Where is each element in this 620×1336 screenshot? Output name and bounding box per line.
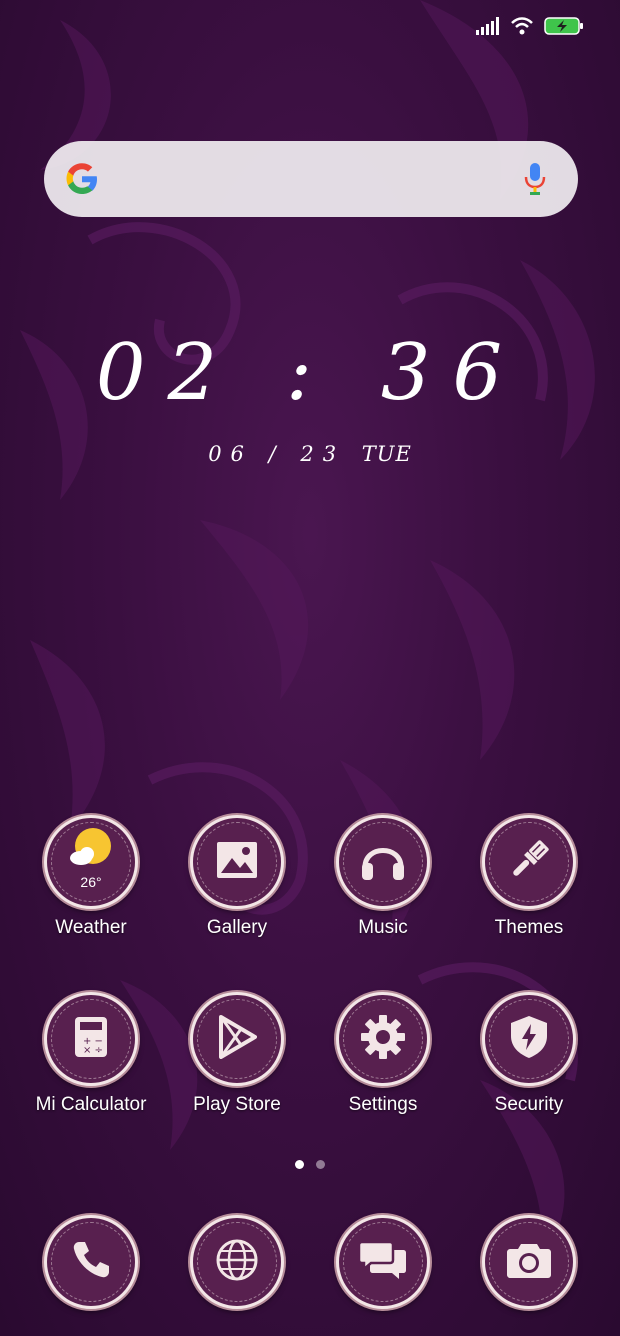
date-text: 06 / 23: [208, 442, 346, 466]
headphones-icon: [361, 839, 405, 886]
gallery-app-icon[interactable]: [190, 815, 284, 909]
page-indicator: [295, 1160, 325, 1169]
calculator-icon: + − × ÷: [75, 1016, 107, 1062]
svg-text:× ÷: × ÷: [83, 1045, 103, 1056]
phone-app-icon[interactable]: [44, 1215, 138, 1309]
app-mi-calculator[interactable]: + − × ÷ Mi Calculator: [18, 992, 164, 1116]
paintbrush-icon: [507, 838, 551, 887]
gallery-label: Gallery: [206, 917, 268, 938]
day-text: TUE: [361, 442, 412, 466]
music-app-icon[interactable]: [336, 815, 430, 909]
calculator-app-icon[interactable]: + − × ÷: [44, 992, 138, 1086]
google-logo-icon: [64, 161, 100, 202]
clock-date: 06 / 23 TUE: [0, 442, 620, 466]
security-label: Security: [494, 1094, 564, 1115]
image-icon: [217, 841, 257, 883]
signal-icon: [476, 17, 500, 40]
play-store-app-icon[interactable]: [190, 992, 284, 1086]
app-music[interactable]: Music: [310, 815, 456, 939]
clock-time[interactable]: 02 : 36: [0, 328, 620, 418]
weather-app-icon[interactable]: 26°: [44, 815, 138, 909]
page-dot[interactable]: [316, 1160, 325, 1169]
app-weather[interactable]: 26° Weather: [18, 815, 164, 939]
settings-label: Settings: [348, 1094, 418, 1115]
security-app-icon[interactable]: [482, 992, 576, 1086]
play-triangle-icon: [217, 1014, 257, 1064]
svg-text:+ −: + −: [83, 1036, 103, 1047]
play-store-label: Play Store: [193, 1094, 281, 1115]
shield-bolt-icon: [511, 1015, 547, 1063]
app-gallery[interactable]: Gallery: [164, 815, 310, 939]
globe-icon: [215, 1238, 259, 1287]
weather-temp: 26°: [80, 874, 102, 890]
music-label: Music: [358, 917, 408, 938]
camera-app-icon[interactable]: [482, 1215, 576, 1309]
browser-app-icon[interactable]: [190, 1215, 284, 1309]
settings-app-icon[interactable]: [336, 992, 430, 1086]
messages-icon: [357, 1240, 407, 1285]
app-settings[interactable]: Settings: [310, 992, 456, 1116]
dock-phone[interactable]: [18, 1215, 164, 1309]
wifi-icon: [510, 17, 534, 40]
dock-browser[interactable]: [164, 1215, 310, 1309]
sun-cloud-icon: [69, 828, 115, 873]
dock-messages[interactable]: [310, 1215, 456, 1309]
themes-app-icon[interactable]: [482, 815, 576, 909]
app-security[interactable]: Security: [456, 992, 602, 1116]
weather-label: Weather: [55, 917, 127, 938]
messages-app-icon[interactable]: [336, 1215, 430, 1309]
calculator-label: Mi Calculator: [35, 1094, 147, 1115]
app-play-store[interactable]: Play Store: [164, 992, 310, 1116]
themes-label: Themes: [494, 917, 564, 938]
phone-icon: [71, 1240, 111, 1285]
battery-charging-icon: [544, 16, 584, 41]
camera-icon: [507, 1242, 551, 1283]
app-themes[interactable]: Themes: [456, 815, 602, 939]
page-dot-active[interactable]: [295, 1160, 304, 1169]
status-bar: [476, 16, 584, 41]
dock-camera[interactable]: [456, 1215, 602, 1309]
gear-icon: [361, 1014, 405, 1064]
microphone-icon[interactable]: [524, 163, 546, 200]
google-search-bar[interactable]: [44, 141, 578, 217]
